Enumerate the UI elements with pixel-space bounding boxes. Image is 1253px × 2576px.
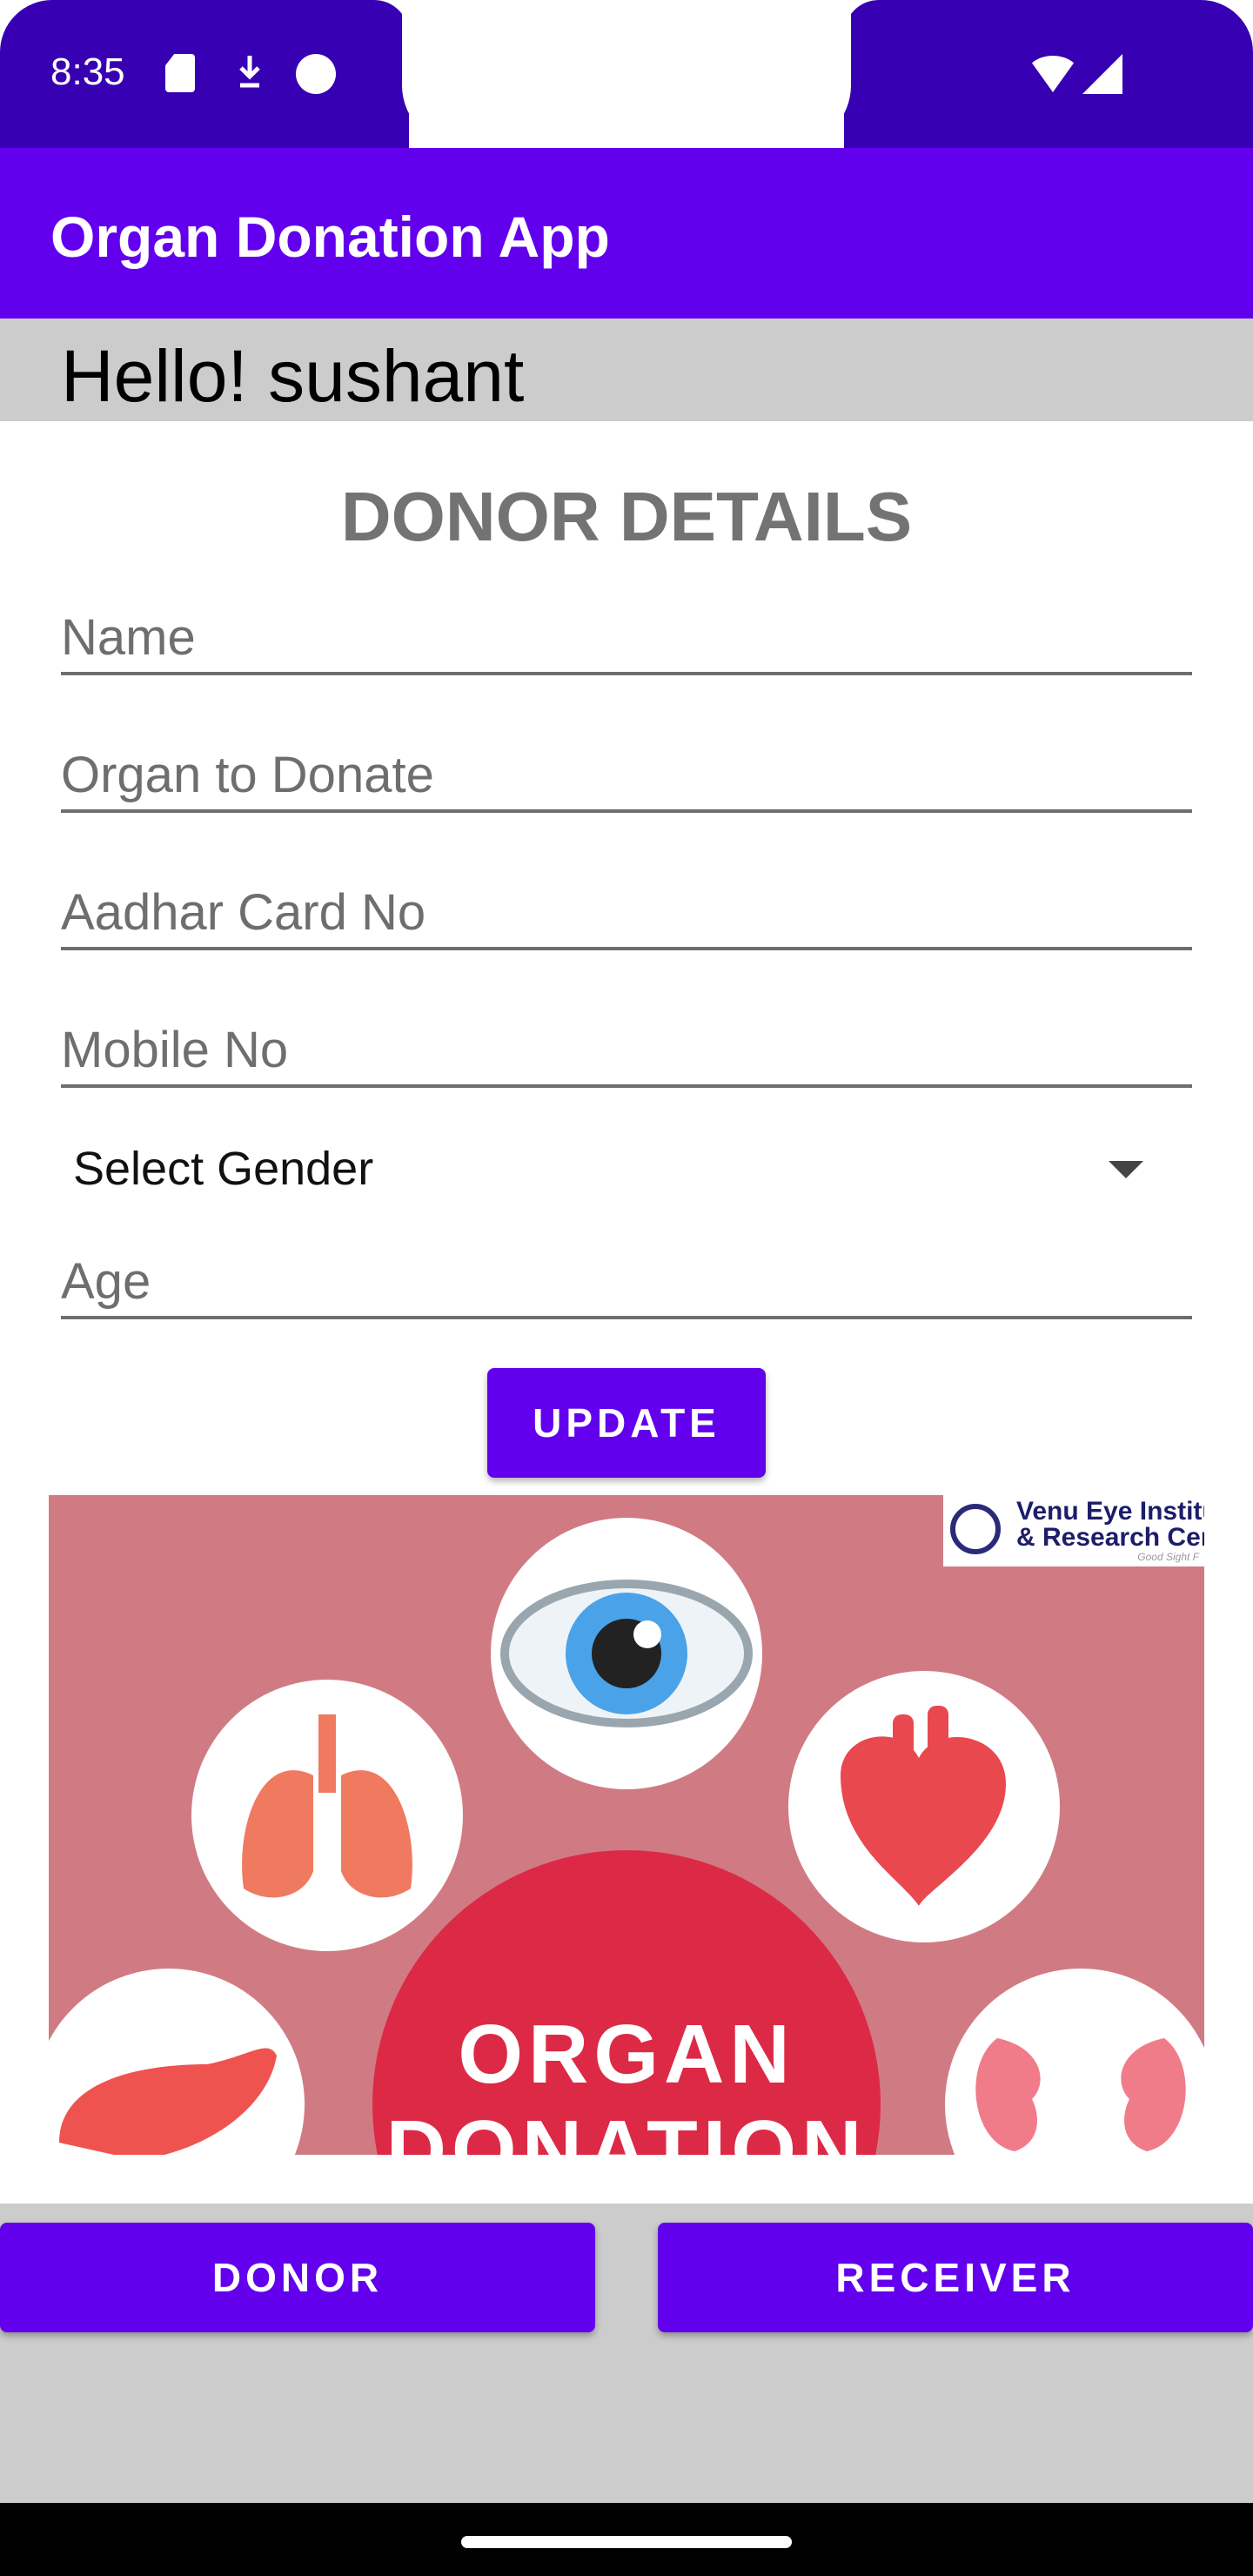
eye-icon	[500, 1580, 753, 1727]
age-input[interactable]	[61, 1246, 1192, 1316]
eye-circle	[491, 1518, 762, 1789]
banner-headline-line1: ORGAN	[458, 2008, 795, 2101]
donor-button[interactable]: DONOR	[0, 2223, 595, 2332]
name-input[interactable]	[61, 602, 1192, 672]
organ-field[interactable]	[61, 740, 1192, 813]
section-title: DONOR DETAILS	[340, 478, 913, 555]
name-field[interactable]	[61, 602, 1192, 675]
wifi-icon	[1027, 56, 1079, 92]
status-bar: 8:35	[0, 0, 1253, 148]
aadhar-field[interactable]	[61, 877, 1192, 950]
organ-input[interactable]	[61, 740, 1192, 809]
banner-headline-line2: DONATION	[385, 2103, 868, 2155]
dropdown-arrow-icon[interactable]	[1109, 1161, 1143, 1178]
status-time: 8:35	[50, 50, 125, 93]
organ-donation-banner: Venu Eye Institu & Research Cent Good Si…	[49, 1495, 1204, 2155]
aadhar-input[interactable]	[61, 877, 1192, 947]
lungs-icon	[242, 1714, 412, 1898]
gender-select[interactable]: Select Gender	[61, 1131, 1192, 1210]
home-gesture-handle[interactable]	[461, 2536, 792, 2548]
kidneys-circle	[945, 1969, 1204, 2155]
mobile-field[interactable]	[61, 1015, 1192, 1088]
update-button[interactable]: UPDATE	[487, 1368, 766, 1478]
heart-icon	[841, 1706, 1006, 1906]
liver-circle	[49, 1969, 305, 2155]
age-field[interactable]	[61, 1246, 1192, 1319]
sd-card-icon	[165, 54, 195, 92]
heart-circle	[788, 1671, 1060, 1942]
logo-text: Venu Eye Institu & Research Cent	[1016, 1497, 1204, 1552]
logo-tagline: Good Sight F	[1137, 1551, 1199, 1563]
app-title: Organ Donation App	[50, 205, 610, 269]
logo-emblem-icon	[950, 1504, 1001, 1554]
venu-eye-logo: Venu Eye Institu & Research Cent Good Si…	[943, 1495, 1204, 1566]
kidneys-icon	[975, 2038, 1186, 2151]
lungs-circle	[191, 1680, 463, 1951]
gender-select-value: Select Gender	[73, 1143, 374, 1195]
liver-icon	[59, 2048, 277, 2155]
mobile-input[interactable]	[61, 1015, 1192, 1084]
receiver-button[interactable]: RECEIVER	[658, 2223, 1253, 2332]
app-bar: Organ Donation App	[0, 148, 1253, 319]
greeting-text: Hello! sushant	[61, 335, 525, 417]
cat-icon	[296, 54, 336, 94]
camera-notch	[402, 0, 851, 146]
download-icon	[239, 56, 260, 88]
greeting-bar: Hello! sushant	[0, 319, 1253, 421]
